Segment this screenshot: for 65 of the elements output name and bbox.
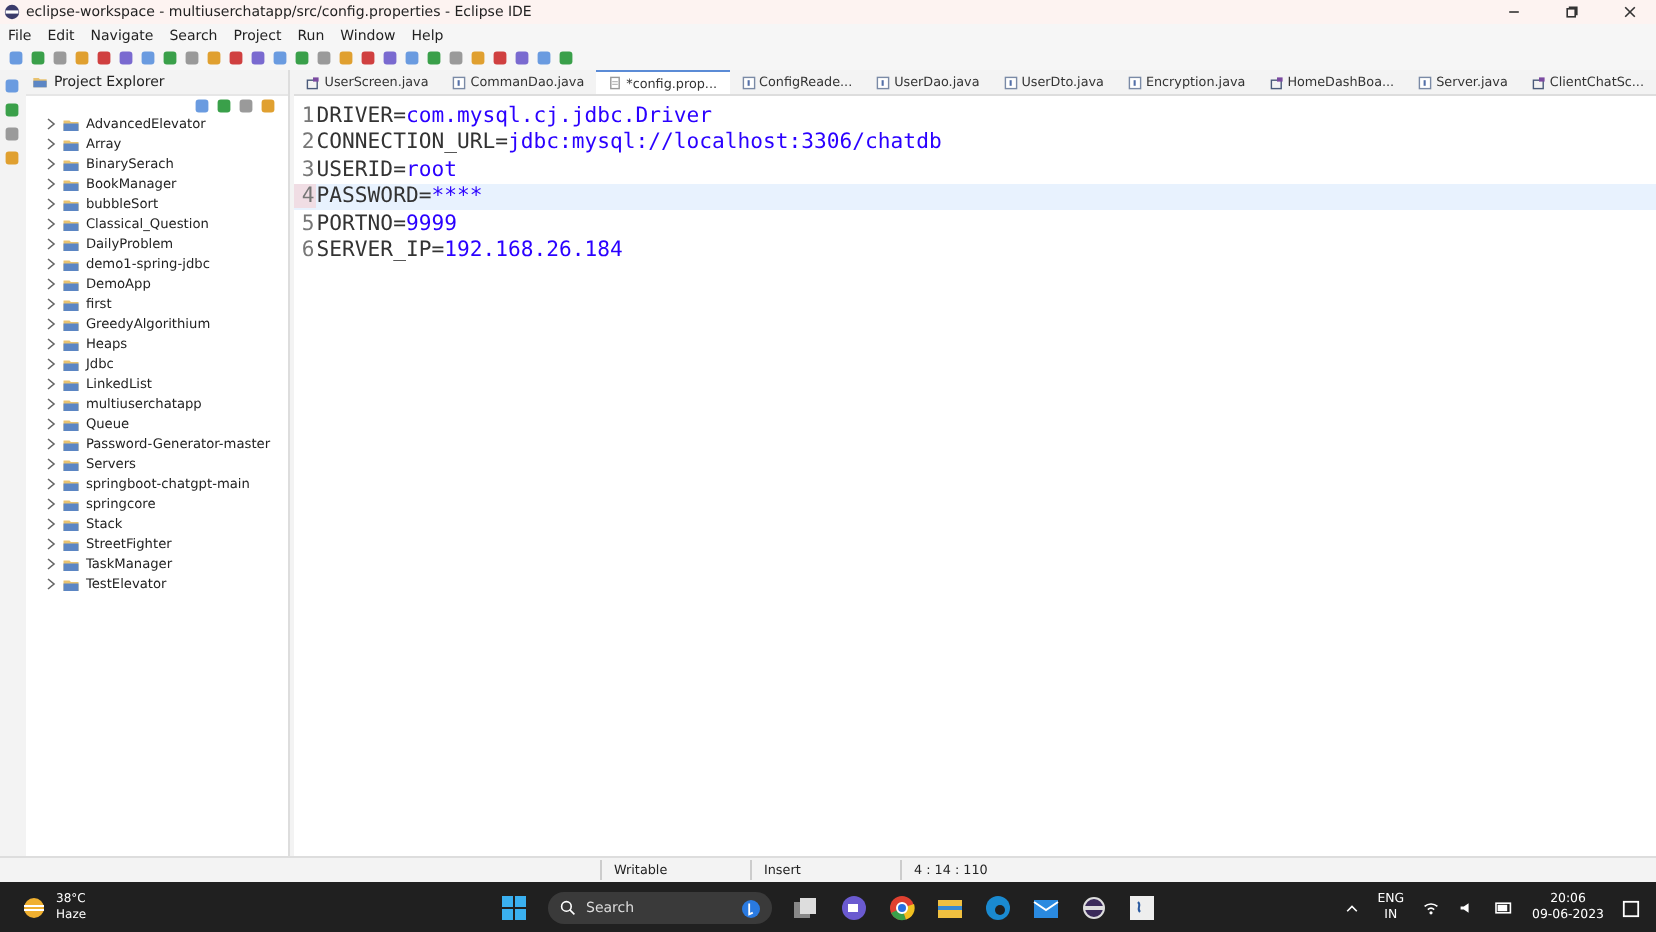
- property-key: USERID=: [316, 157, 406, 182]
- window-icon: [1531, 75, 1546, 89]
- wifi-icon[interactable]: [1422, 900, 1441, 916]
- java-file-icon: [1127, 75, 1142, 89]
- project-folder-icon: [61, 495, 80, 513]
- project-folder-icon: [61, 515, 80, 533]
- project-folder-icon: [61, 135, 80, 153]
- project-folder-icon: [61, 175, 80, 193]
- project-folder-icon: [61, 315, 80, 333]
- project-folder-icon: [61, 155, 80, 173]
- project-folder-icon: [61, 475, 80, 493]
- property-value: jdbc:mysql://localhost:3306/chatdb: [507, 130, 942, 155]
- project-folder-icon: [61, 335, 80, 353]
- window-icon: [306, 75, 321, 89]
- folder-icon: [31, 74, 48, 90]
- battery-icon[interactable]: [1494, 900, 1515, 916]
- property-key: PASSWORD=: [316, 184, 432, 209]
- project-folder-icon: [61, 435, 80, 453]
- video-chat-icon[interactable]: [840, 894, 868, 922]
- project-folder-icon: [61, 535, 80, 553]
- window-icon: [1269, 75, 1284, 89]
- project-folder-icon: [61, 375, 80, 393]
- project-folder-icon: [61, 575, 80, 593]
- property-value: root: [405, 157, 457, 182]
- chevron-up-icon[interactable]: [1343, 900, 1360, 916]
- property-key: PORTNO=: [316, 211, 406, 236]
- sun-haze-icon: [20, 894, 48, 922]
- java-file-icon: [876, 75, 891, 89]
- property-key: CONNECTION_URL=: [316, 130, 508, 155]
- task-view-icon[interactable]: [792, 894, 820, 922]
- project-folder-icon: [61, 235, 80, 253]
- windows-start-icon[interactable]: [500, 894, 528, 922]
- project-folder-icon: [61, 115, 80, 133]
- browser-icon[interactable]: [888, 894, 916, 922]
- line-number: 5: [299, 211, 317, 236]
- line-number: 4: [294, 184, 317, 209]
- project-folder-icon: [61, 295, 80, 313]
- line-number: 6: [299, 238, 317, 263]
- file-icon: [608, 76, 623, 90]
- property-key: SERVER_IP=: [316, 238, 445, 263]
- property-value: ****: [431, 184, 483, 209]
- java-file-icon: [741, 75, 756, 89]
- java-file-icon: [452, 75, 467, 89]
- mail-icon[interactable]: [1032, 894, 1060, 922]
- line-number: 1: [299, 103, 317, 128]
- search-icon: [560, 900, 576, 916]
- line-number: 3: [299, 157, 317, 182]
- project-folder-icon: [61, 195, 80, 213]
- java-file-icon: [1003, 75, 1018, 89]
- property-value: 9999: [405, 211, 457, 236]
- project-folder-icon: [61, 395, 80, 413]
- project-folder-icon: [61, 215, 80, 233]
- property-value: 192.168.26.184: [444, 238, 623, 263]
- folder-icon[interactable]: [936, 894, 964, 922]
- property-value: com.mysql.cj.jdbc.Driver: [405, 103, 713, 128]
- line-number: 2: [299, 130, 317, 155]
- project-folder-icon: [61, 255, 80, 273]
- project-folder-icon: [61, 555, 80, 573]
- project-folder-icon: [61, 355, 80, 373]
- notification-icon[interactable]: [1622, 899, 1640, 917]
- java-file-icon: [1418, 75, 1433, 89]
- project-folder-icon: [61, 455, 80, 473]
- property-key: DRIVER=: [316, 103, 406, 128]
- project-folder-icon: [61, 415, 80, 433]
- project-folder-icon: [61, 275, 80, 293]
